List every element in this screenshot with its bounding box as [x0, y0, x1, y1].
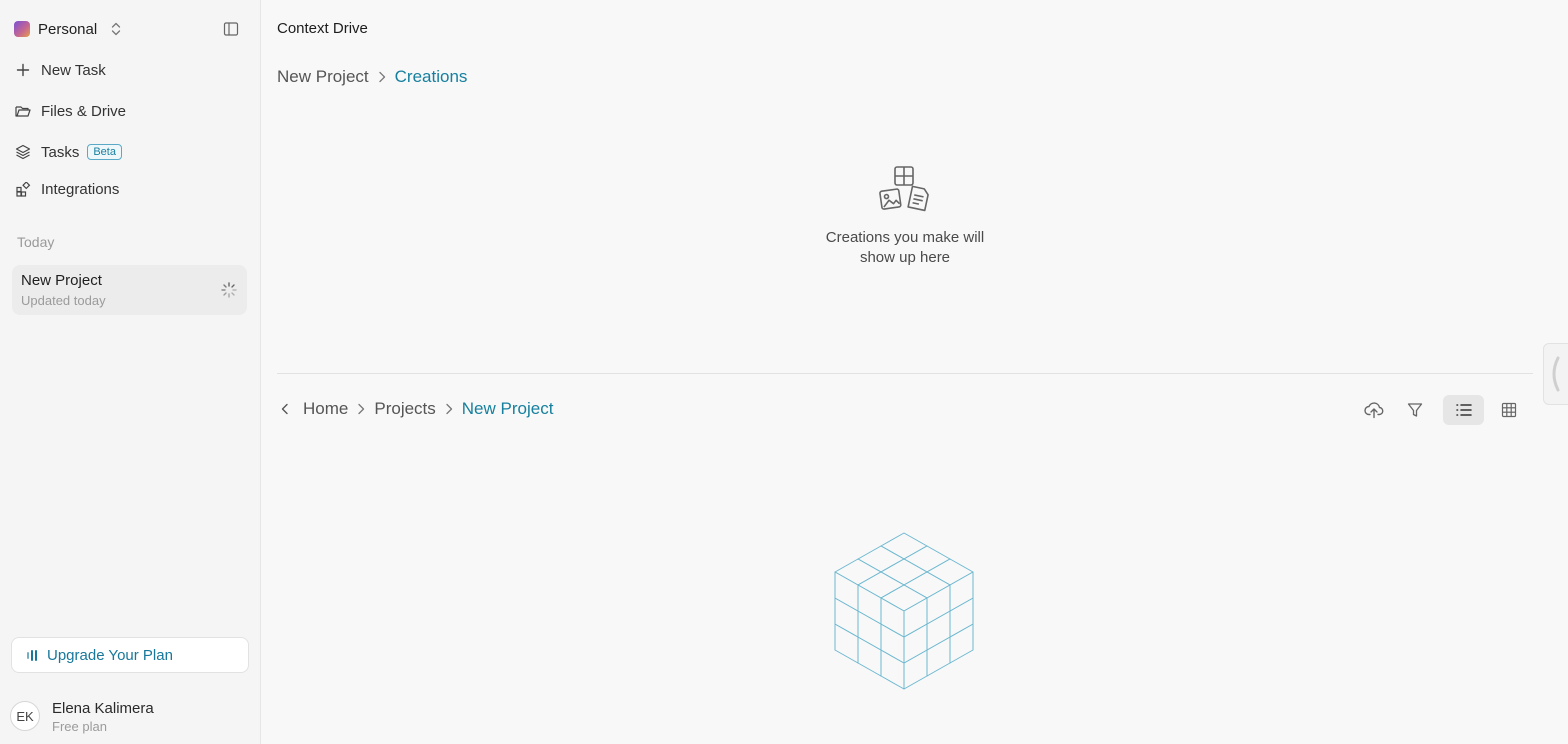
filter-icon	[1407, 403, 1423, 417]
workspace-logo	[14, 21, 30, 37]
folder-icon	[14, 102, 32, 120]
section-label-today: Today	[17, 234, 55, 250]
list-icon	[1455, 404, 1472, 416]
beta-badge: Beta	[87, 144, 122, 160]
chevron-up-down-icon	[109, 20, 123, 38]
grid-icon	[1501, 402, 1517, 418]
upgrade-label: Upgrade Your Plan	[47, 646, 173, 664]
section-divider	[277, 373, 1533, 374]
empty-files-illustration	[834, 532, 974, 690]
chevron-left-icon[interactable]	[277, 401, 293, 417]
plus-icon	[14, 61, 32, 79]
creations-empty-icon	[878, 164, 932, 214]
workspace-name: Personal	[38, 20, 98, 38]
breadcrumb-current: New Project	[461, 399, 554, 418]
upload-button[interactable]	[1359, 395, 1389, 425]
cloud-upload-icon	[1364, 402, 1384, 419]
sidebar-item-label: Tasks	[41, 143, 80, 161]
breadcrumb-item[interactable]: New Project	[277, 67, 369, 87]
breadcrumb-item[interactable]: Projects	[374, 399, 435, 419]
user-name: Elena Kalimera	[52, 700, 154, 717]
breadcrumb: New Project Creations	[277, 67, 467, 87]
right-panel-handle[interactable]	[1543, 343, 1568, 405]
empty-state-message: Creations you make will show up here	[805, 228, 1005, 268]
upgrade-icon	[27, 649, 37, 661]
loading-spinner-icon	[220, 281, 238, 299]
sidebar-item-new-task[interactable]: New Task	[14, 57, 246, 83]
breadcrumb-item[interactable]: Home	[303, 399, 348, 419]
chevron-right-icon	[442, 402, 456, 416]
user-plan: Free plan	[52, 719, 107, 734]
chevron-right-icon	[354, 402, 368, 416]
recent-project-title: New Project	[21, 272, 102, 289]
filter-button[interactable]	[1400, 395, 1430, 425]
sidebar-item-files-drive[interactable]: Files & Drive	[14, 98, 246, 124]
sidebar-item-tasks[interactable]: Tasks Beta	[14, 139, 246, 165]
sidebar-item-label: Integrations	[41, 180, 120, 198]
files-breadcrumb: Home Projects New Project	[277, 399, 553, 419]
layers-icon	[14, 143, 32, 161]
avatar: EK	[10, 701, 40, 731]
user-profile[interactable]: EK Elena Kalimera Free plan	[10, 700, 250, 734]
sidebar-item-label: Files & Drive	[41, 102, 127, 120]
workspace-switcher[interactable]: Personal	[14, 18, 248, 40]
chevron-left-icon	[1552, 356, 1560, 392]
sidebar-item-integrations[interactable]: Integrations	[14, 176, 246, 202]
chevron-right-icon	[375, 70, 389, 84]
list-view-toggle[interactable]	[1443, 395, 1484, 425]
empty-state-line: Creations you make will	[825, 229, 985, 246]
recent-project-subtitle: Updated today	[21, 293, 106, 308]
empty-state-line: show up here	[859, 249, 951, 266]
breadcrumb-current: Creations	[394, 67, 468, 86]
integrations-icon	[14, 180, 32, 198]
sidebar-item-label: New Task	[41, 61, 106, 79]
sidebar-toggle-icon[interactable]	[222, 20, 240, 38]
page-title: Context Drive	[277, 20, 368, 37]
upgrade-plan-button[interactable]: Upgrade Your Plan	[11, 637, 249, 673]
recent-project-item[interactable]: New Project Updated today	[12, 265, 247, 315]
grid-view-toggle[interactable]	[1494, 395, 1524, 425]
sidebar: Personal New Task Files & Drive Tasks Be…	[0, 0, 261, 744]
